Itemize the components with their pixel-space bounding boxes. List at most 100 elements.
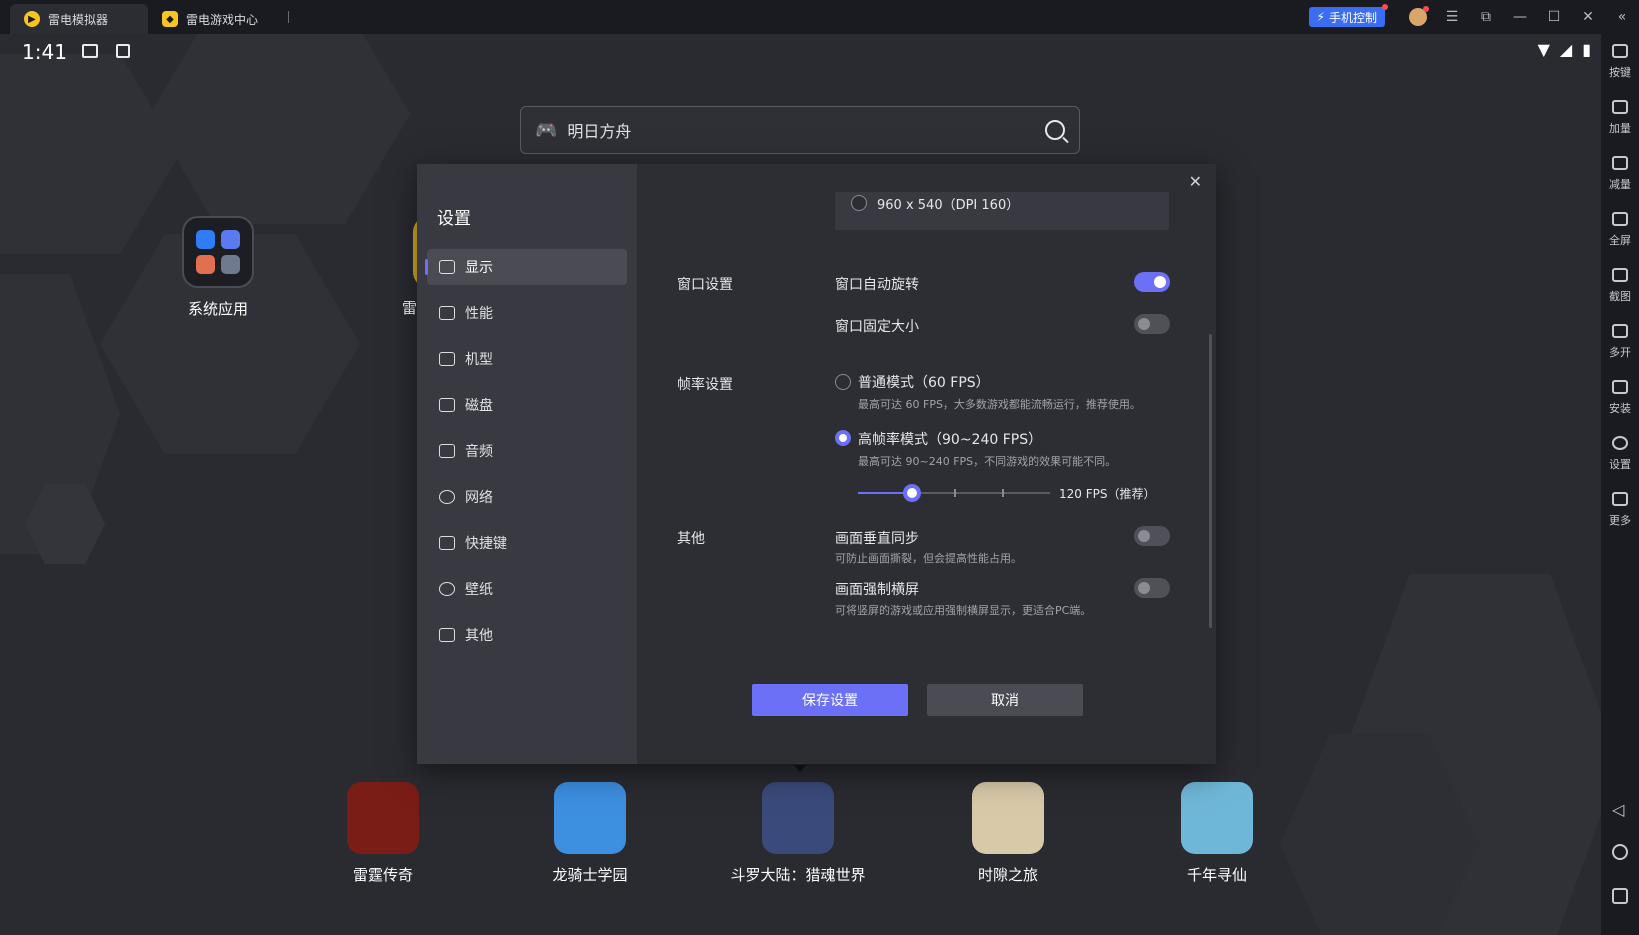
close-icon[interactable]: ✕ (1571, 0, 1605, 34)
app-icon (1181, 782, 1253, 854)
settings-menu-audio[interactable]: 音频 (427, 433, 627, 469)
settings-menu-disk[interactable]: 磁盘 (427, 387, 627, 423)
settings-menu-performance[interactable]: 性能 (427, 295, 627, 331)
folder-icon (182, 216, 254, 288)
dock-caret (794, 765, 806, 772)
high-fps-label: 高帧率模式（90~240 FPS） (858, 432, 1043, 448)
force-landscape-label: 画面强制横屏 (835, 582, 919, 598)
maximize-icon[interactable]: ☐ (1537, 0, 1571, 34)
vsync-label: 画面垂直同步 (835, 531, 919, 547)
home-icon[interactable] (1612, 844, 1628, 860)
force-landscape-toggle[interactable] (1134, 578, 1170, 598)
keys-button[interactable]: 按键 (1601, 34, 1639, 90)
dock-app[interactable]: 千年寻仙 (1127, 782, 1307, 885)
normal-fps-label: 普通模式（60 FPS） (858, 375, 990, 391)
volume-up-button[interactable]: 加量 (1601, 90, 1639, 146)
volume-down-button[interactable]: 减量 (1601, 146, 1639, 202)
window-settings-label: 窗口设置 (677, 277, 733, 293)
toolbar-label: 加量 (1609, 122, 1631, 135)
tab-ldplayer[interactable]: ▶ 雷电模拟器 (10, 4, 148, 34)
recents-icon[interactable] (1612, 888, 1628, 904)
disk-icon (439, 398, 455, 412)
settings-menu-other[interactable]: 其他 (427, 617, 627, 653)
app-icon (972, 782, 1044, 854)
title-bar: ▶ 雷电模拟器 ◆ 雷电游戏中心 ⚡ 手机控制 ☰ ⧉ — ☐ ✕ « (0, 0, 1639, 34)
more-icon (1612, 492, 1628, 506)
system-apps-folder[interactable]: 系统应用 (182, 216, 254, 318)
fullscreen-icon (1612, 212, 1628, 226)
settings-menu-network[interactable]: 网络 (427, 479, 627, 515)
settings-content: ✕ 960 x 540（DPI 160） 窗口设置 窗口自动旋转 窗口固定大小 … (637, 164, 1216, 764)
tab-game-center[interactable]: ◆ 雷电游戏中心 (148, 4, 270, 34)
app-label: 千年寻仙 (1186, 866, 1247, 884)
background-hexagon (0, 54, 180, 254)
more-button[interactable]: 更多 (1601, 482, 1639, 538)
high-fps-radio[interactable] (835, 430, 851, 446)
auto-rotate-label: 窗口自动旋转 (835, 277, 919, 293)
settings-menu-shortcuts[interactable]: 快捷键 (427, 525, 627, 561)
vsync-desc: 可防止画面撕裂，但会提高性能占用。 (835, 552, 1022, 565)
menu-icon[interactable]: ☰ (1435, 0, 1469, 34)
fps-slider-handle[interactable] (903, 484, 921, 502)
minimize-icon[interactable]: — (1503, 0, 1537, 34)
dock-app[interactable]: 斗罗大陆：猎魂世界 (708, 782, 888, 885)
settings-menu-wallpaper[interactable]: 壁纸 (427, 571, 627, 607)
multi-instance-icon (1612, 324, 1628, 338)
search-input[interactable]: 明日方舟 (567, 118, 1045, 142)
fps-slider-tick (1002, 489, 1004, 497)
dock-app[interactable]: 龙骑士学园 (500, 782, 680, 885)
settings-dialog: 设置 显示 性能 机型 磁盘 音频 网络 快捷键 壁纸 其他 ✕ 960 x 5… (417, 164, 1216, 764)
search-icon[interactable] (1045, 120, 1065, 140)
folder-icon (439, 352, 455, 366)
keyboard-icon (439, 536, 455, 550)
volume-down-icon (1612, 156, 1628, 170)
tab-separator (288, 11, 290, 23)
settings-button[interactable]: 设置 (1601, 426, 1639, 482)
gear-icon (1612, 436, 1628, 450)
screenshot-button[interactable]: 截图 (1601, 258, 1639, 314)
user-avatar-button[interactable] (1401, 0, 1435, 34)
close-dialog-icon[interactable]: ✕ (1189, 172, 1202, 191)
fps-slider[interactable] (858, 484, 1050, 502)
browser-app-icon (221, 230, 240, 249)
app-label: 斗罗大陆：猎魂世界 (730, 866, 866, 884)
normal-fps-radio[interactable] (835, 374, 851, 390)
normal-fps-desc: 最高可达 60 FPS，大多数游戏都能流畅运行，推荐使用。 (858, 398, 1141, 411)
settings-scrollbar[interactable] (1209, 334, 1212, 628)
vsync-toggle[interactable] (1134, 526, 1170, 546)
app-search-bar[interactable]: 🎮 明日方舟 (520, 106, 1080, 154)
settings-menu-model[interactable]: 机型 (427, 341, 627, 377)
install-apk-button[interactable]: 安装 (1601, 370, 1639, 426)
app-label: 雷霆传奇 (352, 866, 413, 884)
fps-slider-value: 120 FPS（推荐） (1059, 487, 1156, 501)
fixed-size-toggle[interactable] (1134, 314, 1170, 334)
phone-control-button[interactable]: ⚡ 手机控制 (1308, 4, 1388, 27)
scissors-icon (1612, 268, 1628, 282)
settings-menu-display[interactable]: 显示 (425, 249, 627, 285)
other-settings-label: 其他 (677, 531, 705, 547)
save-settings-button[interactable]: 保存设置 (752, 684, 908, 716)
dock-app[interactable]: 时隙之旅 (918, 782, 1098, 885)
wifi-icon: ▼ (1537, 40, 1550, 59)
high-fps-desc: 最高可达 90~240 FPS，不同游戏的效果可能不同。 (858, 455, 1117, 468)
fullscreen-button[interactable]: 全屏 (1601, 202, 1639, 258)
force-landscape-desc: 可将竖屏的游戏或应用强制横屏显示，更适合PC端。 (835, 604, 1092, 617)
app-icon (347, 782, 419, 854)
multi-instance-button[interactable]: 多开 (1601, 314, 1639, 370)
monitor-icon (439, 260, 455, 274)
settings-sidebar: 设置 显示 性能 机型 磁盘 音频 网络 快捷键 壁纸 其他 (417, 164, 637, 764)
app-label: 龙骑士学园 (552, 866, 628, 884)
toolbar-label: 安装 (1609, 402, 1631, 415)
resolution-radio[interactable] (851, 195, 867, 211)
dock-app[interactable]: 雷霆传奇 (293, 782, 473, 885)
cancel-button[interactable]: 取消 (927, 684, 1083, 716)
collapse-sidebar-icon[interactable]: « (1605, 0, 1639, 34)
app-label: 雷 (402, 299, 418, 317)
gallery-app-icon (196, 255, 215, 274)
auto-rotate-toggle[interactable] (1134, 272, 1170, 292)
resolution-option-row[interactable]: 960 x 540（DPI 160） (835, 192, 1169, 230)
restore-window-icon[interactable]: ⧉ (1469, 0, 1503, 34)
toolbar-label: 按键 (1609, 66, 1631, 79)
back-icon[interactable]: ◁ (1612, 800, 1628, 819)
status-icons: ▼ ◢ ▮ (1538, 40, 1591, 59)
